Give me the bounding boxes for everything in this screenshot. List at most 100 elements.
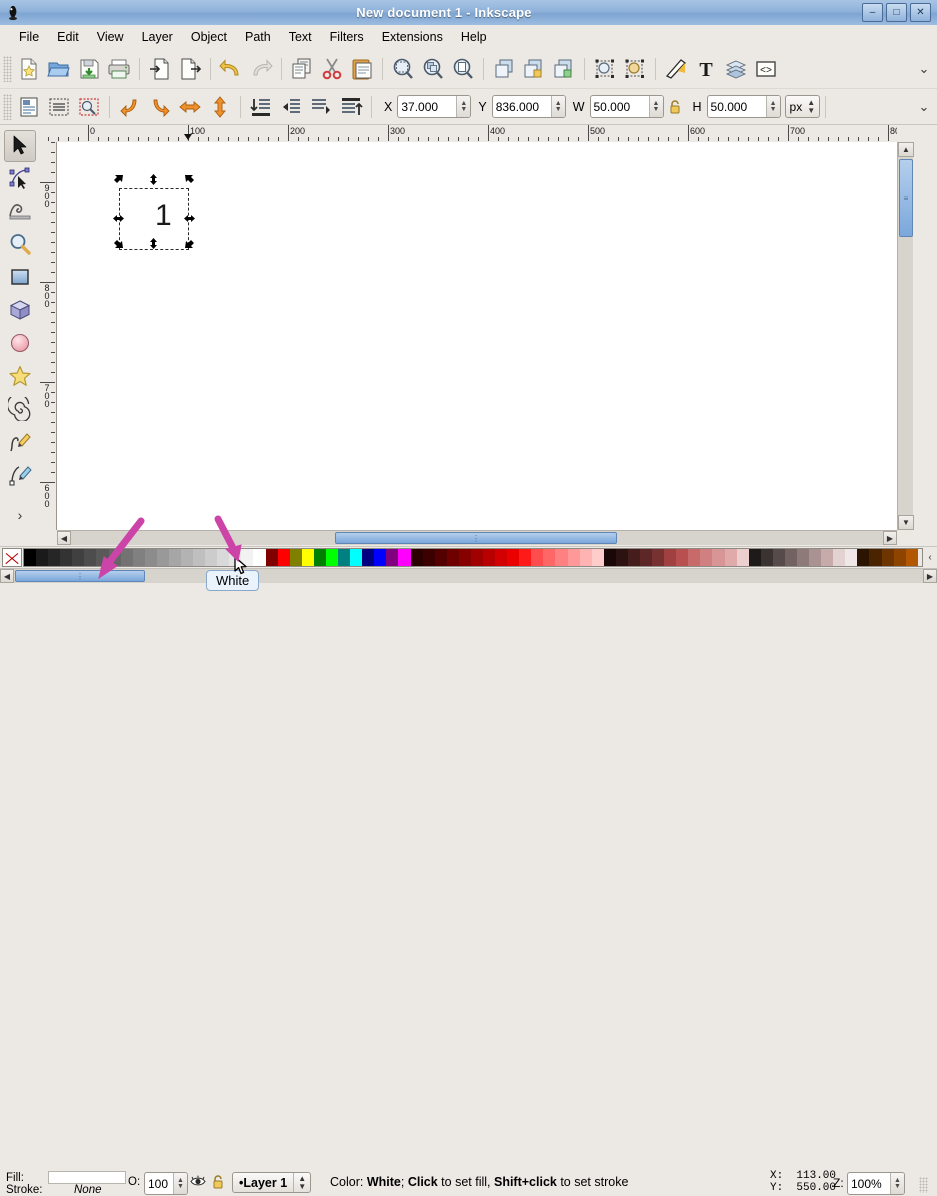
palette-swatch[interactable] xyxy=(809,549,822,566)
color-palette[interactable]: ‹ xyxy=(0,546,937,568)
menu-extensions[interactable]: Extensions xyxy=(373,28,452,46)
box3d-tool[interactable] xyxy=(4,295,36,327)
statusbar-resize-grip[interactable] xyxy=(919,1177,928,1193)
palette-swatch[interactable] xyxy=(325,549,339,566)
undo-icon[interactable] xyxy=(216,54,246,84)
zoom-tool[interactable] xyxy=(4,229,36,261)
select-all-icon[interactable] xyxy=(14,92,44,122)
width-field[interactable]: ▲▼ xyxy=(589,95,664,118)
menu-layer[interactable]: Layer xyxy=(133,28,182,46)
x-field-stepper[interactable]: ▲ ▼ xyxy=(456,96,471,117)
height-field-input[interactable] xyxy=(707,96,766,117)
paste-icon[interactable] xyxy=(347,54,377,84)
palette-swatch[interactable] xyxy=(120,549,133,566)
palette-swatch[interactable] xyxy=(470,549,483,566)
scroll-up-button[interactable]: ▲ xyxy=(898,142,914,157)
palette-swatch[interactable] xyxy=(664,549,677,566)
pencil-tool[interactable] xyxy=(4,427,36,459)
palette-swatch[interactable] xyxy=(833,549,846,566)
palette-more-chevron-left-icon[interactable]: ‹ xyxy=(923,547,937,568)
menu-path[interactable]: Path xyxy=(236,28,280,46)
menu-view[interactable]: View xyxy=(88,28,133,46)
x-field[interactable]: ▲▼ xyxy=(397,95,472,118)
selection-handle-se[interactable] xyxy=(183,237,196,250)
palette-swatch[interactable] xyxy=(519,549,532,566)
opacity-input[interactable] xyxy=(145,1173,173,1194)
palette-swatch[interactable] xyxy=(543,549,556,566)
zoom-selection-icon[interactable] xyxy=(388,54,418,84)
palette-swatch[interactable] xyxy=(772,549,785,566)
height-field[interactable]: ▲▼ xyxy=(706,95,781,118)
palette-swatch[interactable] xyxy=(845,549,858,566)
ungroup-icon[interactable] xyxy=(549,54,579,84)
toolbar-grip[interactable] xyxy=(3,93,12,120)
palette-swatch[interactable] xyxy=(362,549,375,566)
copy-icon[interactable] xyxy=(287,54,317,84)
canvas-vertical-scrollbar[interactable]: ▲ ≡ ▼ xyxy=(897,142,914,530)
fill-swatch[interactable] xyxy=(48,1171,126,1184)
palette-swatch[interactable] xyxy=(48,549,61,566)
palette-swatch[interactable] xyxy=(507,549,520,566)
palette-swatch[interactable] xyxy=(627,549,640,566)
palette-swatch[interactable] xyxy=(639,549,653,566)
selection-handle-sw[interactable] xyxy=(112,237,125,250)
menu-text[interactable]: Text xyxy=(280,28,321,46)
selection-handle-nw[interactable] xyxy=(112,173,125,186)
lower-icon[interactable] xyxy=(276,92,306,122)
palette-swatch[interactable] xyxy=(905,549,918,566)
palette-swatch[interactable] xyxy=(567,549,580,566)
rectangle-tool[interactable] xyxy=(4,262,36,294)
palette-swatch[interactable] xyxy=(181,549,194,566)
palette-swatch[interactable] xyxy=(579,549,592,566)
print-icon[interactable] xyxy=(104,54,134,84)
stroke-value[interactable]: None xyxy=(74,1184,102,1196)
palette-swatch[interactable] xyxy=(797,549,810,566)
palette-swatch[interactable] xyxy=(338,549,351,566)
palette-swatch[interactable] xyxy=(821,549,834,566)
palette-swatch[interactable] xyxy=(736,549,749,566)
menu-file[interactable]: File xyxy=(10,28,48,46)
palette-swatch[interactable] xyxy=(168,549,182,566)
palette-swatch[interactable] xyxy=(108,549,121,566)
palette-scroll-left-button[interactable]: ◀ xyxy=(0,569,14,583)
palette-swatch[interactable] xyxy=(615,549,628,566)
palette-swatch[interactable] xyxy=(374,549,387,566)
palette-swatch[interactable] xyxy=(591,549,604,566)
canvas[interactable]: 1 xyxy=(57,142,897,530)
zoom-stepper[interactable]: ▲ ▼ xyxy=(890,1173,904,1194)
canvas-horizontal-scrollbar[interactable]: ◀ ⋮ ▶ xyxy=(57,530,897,545)
tweak-tool[interactable] xyxy=(4,196,36,228)
toolbox-more-chevron-right-icon[interactable]: › xyxy=(18,507,23,523)
zoom-input[interactable] xyxy=(848,1173,890,1194)
palette-swatch[interactable] xyxy=(446,549,459,566)
palette-swatch[interactable] xyxy=(301,549,314,566)
palette-swatch[interactable] xyxy=(265,549,278,566)
scroll-right-button[interactable]: ▶ xyxy=(883,531,897,545)
opacity-stepper[interactable]: ▲ ▼ xyxy=(173,1173,187,1194)
layers-dialog-icon[interactable] xyxy=(721,54,751,84)
palette-swatch[interactable] xyxy=(289,549,302,566)
palette-swatch[interactable] xyxy=(156,549,169,566)
palette-scroll-thumb[interactable]: ⋮ xyxy=(15,570,145,582)
lower-to-bottom-icon[interactable] xyxy=(246,92,276,122)
minimize-button[interactable]: – xyxy=(862,3,883,22)
palette-swatch[interactable] xyxy=(398,549,411,566)
star-tool[interactable] xyxy=(4,361,36,393)
palette-swatch[interactable] xyxy=(410,549,423,566)
menu-edit[interactable]: Edit xyxy=(48,28,88,46)
unit-selector[interactable]: px ▲ ▼ xyxy=(784,95,821,118)
close-button[interactable]: ✕ xyxy=(910,3,931,22)
palette-swatch[interactable] xyxy=(881,549,894,566)
tool-options-overflow-chevron-down-icon[interactable]: ⌄ xyxy=(911,94,937,120)
palette-swatch[interactable] xyxy=(482,549,496,566)
palette-swatch[interactable] xyxy=(217,549,230,566)
command-toolbar-overflow-chevron-down-icon[interactable]: ⌄ xyxy=(911,56,937,82)
palette-swatch[interactable] xyxy=(24,549,37,566)
palette-swatch[interactable] xyxy=(652,549,665,566)
height-field-stepper[interactable]: ▲ ▼ xyxy=(765,96,780,117)
bezier-tool[interactable] xyxy=(4,460,36,492)
selector-tool[interactable] xyxy=(4,130,36,162)
palette-swatch[interactable] xyxy=(458,549,471,566)
palette-swatch[interactable] xyxy=(313,549,326,566)
palette-swatch[interactable] xyxy=(784,549,797,566)
